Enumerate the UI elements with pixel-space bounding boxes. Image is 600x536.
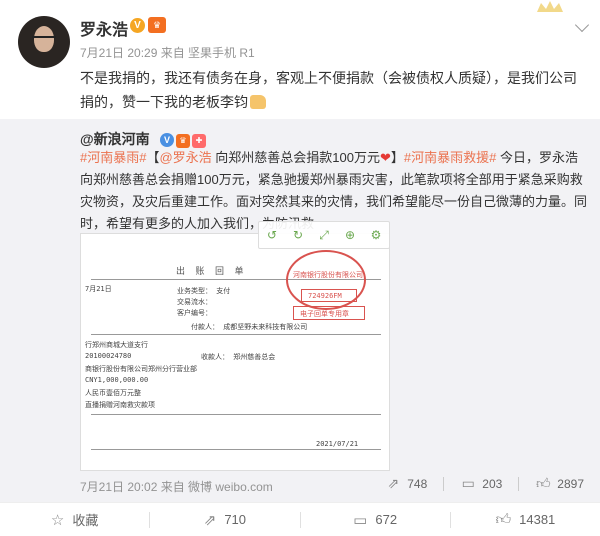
share-icon: ⇗ <box>387 475 400 491</box>
settings-icon[interactable]: ⚙ <box>369 228 383 242</box>
expand-icon[interactable]: ⤢ <box>317 228 331 242</box>
thumbs-up-icon: 👍︎ <box>495 510 512 528</box>
avatar[interactable] <box>18 16 70 68</box>
thumbs-up-icon: 👍︎ <box>535 475 551 491</box>
star-icon: ☆ <box>50 511 65 529</box>
username[interactable]: 罗永浩 <box>80 16 128 40</box>
heart-icon: ❤ <box>380 150 391 165</box>
post-text: 不是我捐的，我还有债务在身，客观上不便捐款（会被债权人质疑），是我们公司捐的，赞… <box>80 66 590 114</box>
reposted-content[interactable]: @新浪河南 V ♛ ✚ #河南暴雨#【@罗永浩 向郑州慈善总会捐款100万元❤】#河… <box>0 119 600 502</box>
favorite-button[interactable]: ☆ 收藏 <box>0 510 149 529</box>
verified-badge-icon: V <box>130 18 145 33</box>
like-button[interactable]: 👍︎ 14381 <box>451 511 600 529</box>
repost-share-button[interactable]: ⇗ 748 <box>385 475 427 492</box>
comment-icon: ▭ <box>461 475 475 491</box>
mention-luoyonghao[interactable]: @罗永浩 <box>159 150 211 165</box>
verified-blue-badge-icon: V <box>160 133 174 147</box>
hashtag-henan-rescue[interactable]: #河南暴雨救援# <box>404 150 496 165</box>
zoom-in-icon[interactable]: ⊕ <box>343 228 357 242</box>
repost-like-button[interactable]: 👍︎ 2897 <box>535 475 584 492</box>
share-icon: ⇗ <box>203 511 217 529</box>
post-action-bar: ☆ 收藏 ⇗ 710 ▭ 672 👍︎ 14381 <box>0 502 600 536</box>
event-badge-icon: ✚ <box>192 134 206 148</box>
repost-meta: 7月21日 20:02 来自 微博 weibo.com <box>80 480 273 494</box>
rotate-right-icon[interactable]: ↻ <box>291 228 305 242</box>
repost-comment-button[interactable]: ▭ 203 <box>460 475 503 492</box>
chevron-down-icon[interactable] <box>574 17 590 33</box>
weibo-post-card: 罗永浩 V ♛ 7月21日 20:29 来自 坚果手机 R1 不是我捐的，我还有… <box>0 0 600 536</box>
vip-badge-icon: ♛ <box>148 17 166 33</box>
comment-icon: ▭ <box>353 511 368 529</box>
repost-author[interactable]: @新浪河南 <box>80 129 150 149</box>
image-toolbar: ↺ ↻ ⤢ ⊕ ⚙ <box>258 221 390 249</box>
thumbs-up-emoji-icon <box>250 95 266 109</box>
rotate-left-icon[interactable]: ↺ <box>265 228 279 242</box>
crown-decoration-icon <box>537 1 563 12</box>
comment-button[interactable]: ▭ 672 <box>301 511 450 529</box>
repost-button[interactable]: ⇗ 710 <box>150 511 299 529</box>
repost-actions: ⇗ 748 ▭ 203 👍︎ 2897 <box>385 475 584 492</box>
member-badge-icon: ♛ <box>176 134 190 148</box>
hashtag-henan-rain[interactable]: #河南暴雨# <box>80 150 146 165</box>
post-body: 不是我捐的，我还有债务在身，客观上不便捐款（会被债权人质疑），是我们公司捐的，赞… <box>80 70 577 110</box>
receipt-image[interactable]: 出 账 回 单 7月21日 业务类型： 支付 交易流水： 客户编号： 付款人： … <box>80 233 390 471</box>
post-meta: 7月21日 20:29 来自 坚果手机 R1 <box>80 46 255 60</box>
